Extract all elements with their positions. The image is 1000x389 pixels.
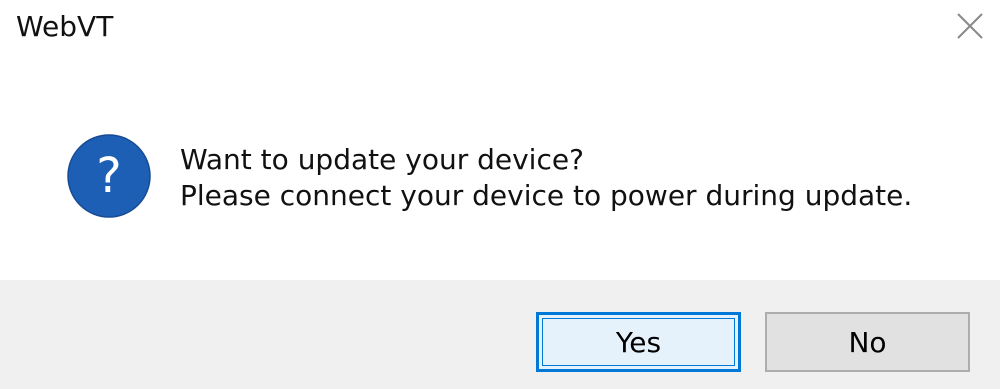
window-title: WebVT [16,10,114,43]
question-icon: ? [67,134,151,218]
message-dialog: WebVT ? Want to update your device? Plea… [0,0,1000,389]
close-icon [957,13,983,39]
title-bar: WebVT [0,0,1000,62]
button-bar: Yes No [0,280,1000,389]
svg-text:?: ? [96,148,121,204]
message-line-2: Please connect your device to power duri… [180,179,913,212]
no-button[interactable]: No [765,312,970,372]
yes-button[interactable]: Yes [536,312,741,372]
close-button[interactable] [952,8,988,44]
dialog-content: ? Want to update your device? Please con… [0,62,1000,280]
dialog-message: Want to update your device? Please conne… [180,142,912,214]
message-line-1: Want to update your device? [180,143,584,176]
